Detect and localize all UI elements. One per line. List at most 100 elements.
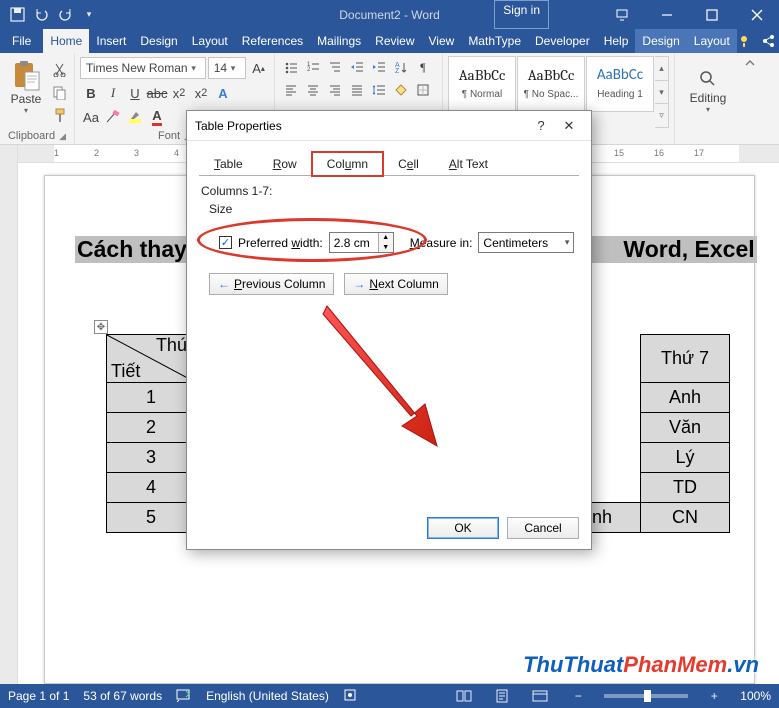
status-page[interactable]: Page 1 of 1	[8, 689, 69, 703]
tab-insert[interactable]: Insert	[89, 29, 133, 53]
copy-icon[interactable]	[49, 82, 69, 102]
highlight-icon[interactable]	[124, 106, 146, 128]
zoom-slider[interactable]	[604, 694, 688, 698]
qat-customize-icon[interactable]: ▾	[78, 4, 100, 26]
dialog-help-icon[interactable]: ?	[527, 118, 555, 133]
tab-review[interactable]: Review	[368, 29, 421, 53]
status-spellcheck-icon[interactable]	[176, 688, 192, 705]
shading-icon[interactable]	[390, 79, 412, 101]
table-cell[interactable]: Anh	[641, 383, 730, 413]
tab-file[interactable]: File	[0, 29, 43, 53]
font-name-combo[interactable]: Times New Roman▾	[80, 57, 206, 79]
tab-mailings[interactable]: Mailings	[310, 29, 368, 53]
text-effects-icon[interactable]: A	[212, 82, 234, 104]
underline-button[interactable]: U	[124, 82, 146, 104]
table-header-diagonal[interactable]: Thứ Tiết	[107, 335, 196, 383]
table-cell[interactable]: 1	[107, 383, 196, 413]
dialog-tab-column[interactable]: Column	[312, 152, 383, 176]
dialog-tab-cell[interactable]: Cell	[383, 152, 434, 176]
tab-table-design[interactable]: Design	[635, 29, 686, 53]
subscript-icon[interactable]: x2	[168, 82, 190, 104]
tab-references[interactable]: References	[235, 29, 310, 53]
clear-formatting-icon[interactable]	[102, 106, 124, 128]
bullets-icon[interactable]	[280, 56, 302, 78]
tab-layout[interactable]: Layout	[185, 29, 235, 53]
tab-help[interactable]: Help	[597, 29, 636, 53]
editing-dropdown[interactable]: Editing ▾	[690, 70, 727, 114]
table-cell[interactable]: CN	[641, 503, 730, 533]
style-heading1[interactable]: AaBbCcHeading 1	[586, 56, 654, 112]
decrease-indent-icon[interactable]	[346, 56, 368, 78]
increase-indent-icon[interactable]	[368, 56, 390, 78]
multilevel-list-icon[interactable]	[324, 56, 346, 78]
cut-icon[interactable]	[49, 59, 69, 79]
zoom-out-icon[interactable]: −	[566, 686, 590, 706]
table-cell[interactable]: 3	[107, 443, 196, 473]
table-move-handle-icon[interactable]: ✥	[94, 320, 108, 334]
line-spacing-icon[interactable]	[368, 79, 390, 101]
view-web-icon[interactable]	[528, 686, 552, 706]
table-cell[interactable]: Thứ 7	[641, 335, 730, 383]
tell-me-icon[interactable]	[737, 29, 751, 53]
table-cell[interactable]: 5	[107, 503, 196, 533]
show-marks-icon[interactable]: ¶	[412, 56, 434, 78]
format-painter-icon[interactable]	[49, 105, 69, 125]
minimize-icon[interactable]	[644, 0, 689, 29]
tab-view[interactable]: View	[422, 29, 462, 53]
tab-developer[interactable]: Developer	[528, 29, 597, 53]
ribbon-options-icon[interactable]	[599, 0, 644, 29]
sign-in-button[interactable]: Sign in	[494, 0, 549, 29]
tab-mathtype[interactable]: MathType	[461, 29, 528, 53]
table-cell[interactable]: 4	[107, 473, 196, 503]
redo-icon[interactable]	[54, 4, 76, 26]
status-macro-icon[interactable]	[343, 688, 357, 705]
numbering-icon[interactable]: 12	[302, 56, 324, 78]
collapse-ribbon-icon[interactable]	[741, 53, 759, 144]
dialog-titlebar[interactable]: Table Properties ? ✕	[187, 111, 591, 141]
strikethrough-icon[interactable]: abc	[146, 82, 168, 104]
font-color-icon[interactable]: A	[146, 106, 168, 128]
superscript-icon[interactable]: x2	[190, 82, 212, 104]
status-language[interactable]: English (United States)	[206, 689, 329, 703]
tab-design[interactable]: Design	[133, 29, 184, 53]
table-cell[interactable]: Lý	[641, 443, 730, 473]
undo-icon[interactable]	[30, 4, 52, 26]
cancel-button[interactable]: Cancel	[507, 517, 579, 539]
next-column-button[interactable]: →Next Column	[344, 273, 447, 295]
table-cell[interactable]: 2	[107, 413, 196, 443]
table-cell[interactable]: Văn	[641, 413, 730, 443]
preferred-width-spin[interactable]: ▲▼	[329, 232, 394, 253]
justify-icon[interactable]	[346, 79, 368, 101]
view-read-icon[interactable]	[452, 686, 476, 706]
bold-button[interactable]: B	[80, 82, 102, 104]
tab-home[interactable]: Home	[43, 29, 89, 53]
measure-in-select[interactable]: Centimeters ▾	[478, 232, 574, 253]
change-case-icon[interactable]: Aa	[80, 106, 102, 128]
zoom-level[interactable]: 100%	[740, 689, 771, 703]
share-button[interactable]: Share	[751, 29, 779, 53]
borders-icon[interactable]	[412, 79, 434, 101]
table-cell[interactable]: TD	[641, 473, 730, 503]
spin-up-icon[interactable]: ▲	[379, 233, 393, 243]
align-center-icon[interactable]	[302, 79, 324, 101]
spin-down-icon[interactable]: ▼	[379, 243, 393, 253]
style-normal[interactable]: AaBbCc¶ Normal	[448, 56, 516, 112]
dialog-tab-row[interactable]: Row	[258, 152, 312, 176]
sort-icon[interactable]: AZ	[390, 56, 412, 78]
tab-table-layout[interactable]: Layout	[687, 29, 737, 53]
clipboard-launcher-icon[interactable]: ◢	[59, 131, 66, 142]
status-words[interactable]: 53 of 67 words	[83, 689, 162, 703]
chevron-up-icon[interactable]: ▴	[655, 57, 668, 81]
dialog-tab-alttext[interactable]: Alt Text	[434, 152, 503, 176]
save-icon[interactable]	[6, 4, 28, 26]
styles-more-icon[interactable]: ▿	[655, 104, 668, 127]
maximize-icon[interactable]	[689, 0, 734, 29]
styles-gallery-scroll[interactable]: ▴▾▿	[655, 56, 669, 128]
italic-button[interactable]: I	[102, 82, 124, 104]
style-no-spacing[interactable]: AaBbCc¶ No Spac...	[517, 56, 585, 112]
font-size-combo[interactable]: 14▾	[208, 57, 246, 79]
ruler-vertical[interactable]	[0, 145, 18, 684]
preferred-width-checkbox[interactable]: ✓	[219, 236, 232, 249]
dialog-tab-table[interactable]: Table	[199, 152, 258, 176]
close-icon[interactable]	[734, 0, 779, 29]
